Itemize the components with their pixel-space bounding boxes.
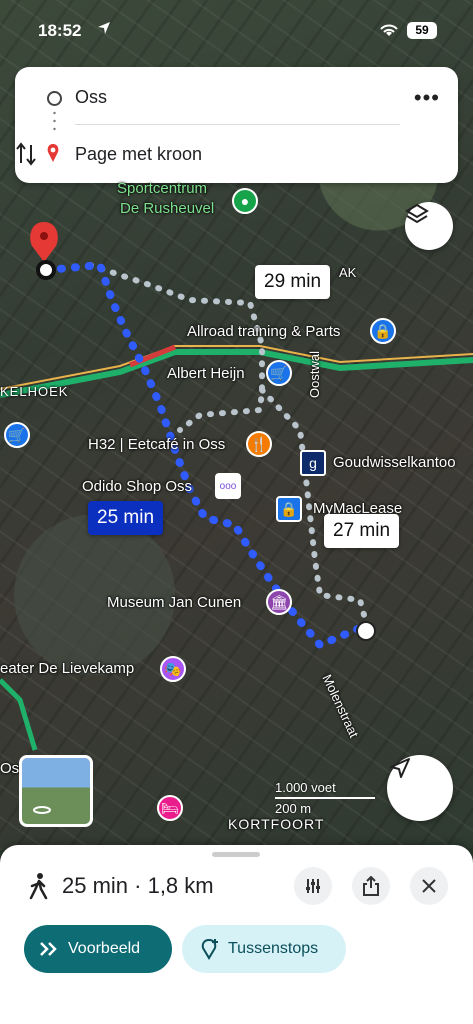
- side-road: [0, 678, 38, 751]
- share-icon: [363, 876, 379, 896]
- walking-person-icon: [29, 873, 48, 900]
- layers-button[interactable]: [405, 202, 453, 250]
- label-allroad[interactable]: Allroad training & Parts: [187, 323, 340, 340]
- status-bar: 18:52 59: [0, 18, 473, 46]
- drag-handle[interactable]: [212, 852, 260, 857]
- add-stops-label: Tussenstops: [228, 940, 319, 957]
- options-button[interactable]: [294, 867, 332, 905]
- label-kelhoek: KELHOEK: [0, 384, 69, 399]
- layers-icon: [405, 203, 429, 224]
- add-stop-pin-icon: [201, 938, 218, 960]
- more-dots-icon[interactable]: •••: [414, 85, 440, 111]
- close-icon: [422, 879, 436, 893]
- callout-alt-route-1[interactable]: 29 min: [255, 265, 331, 299]
- label-theater[interactable]: eater De Lievekamp: [0, 660, 134, 677]
- scale-bar: 1.000 voet 200 m: [275, 780, 375, 816]
- add-stops-button[interactable]: Tussenstops: [182, 925, 346, 973]
- origin-marker: [356, 621, 376, 641]
- sliders-icon: [306, 879, 320, 893]
- share-button[interactable]: [352, 867, 390, 905]
- cart-poi-icon[interactable]: 🛒: [266, 360, 292, 386]
- label-museum[interactable]: Museum Jan Cunen: [107, 594, 241, 611]
- label-h32[interactable]: H32 | Eetcafé in Oss: [88, 436, 225, 453]
- bottom-sheet: 25 min · 1,8 km Voorbeeld Tussenstops: [0, 845, 473, 1024]
- restaurant-poi-icon[interactable]: 🍴: [246, 431, 272, 457]
- cart-poi-left-icon[interactable]: 🛒: [4, 422, 30, 448]
- museum-poi-icon[interactable]: 🏛: [266, 589, 292, 615]
- scale-feet: 1.000 voet: [275, 780, 336, 795]
- destination-label[interactable]: Page met kroon: [75, 144, 202, 165]
- swap-vertical-icon[interactable]: [15, 141, 37, 167]
- sports-poi-icon[interactable]: ●: [232, 188, 258, 214]
- street-view-thumbnail[interactable]: [19, 755, 93, 827]
- hotel-poi-icon[interactable]: 🛏: [157, 795, 183, 821]
- preview-label: Voorbeeld: [68, 940, 141, 957]
- wifi-icon: [380, 24, 398, 36]
- battery-indicator: 59: [407, 22, 437, 39]
- location-arrow-icon: [98, 22, 110, 34]
- bank-poi-icon[interactable]: g: [300, 450, 326, 476]
- divider: [75, 124, 400, 125]
- label-kortfoort: KORTFOORT: [228, 816, 325, 832]
- map-view[interactable]: 18:52 59 Oss ••• Page met kroon Sportcen…: [0, 0, 473, 850]
- origin-label[interactable]: Oss: [75, 87, 107, 108]
- label-goudwissel[interactable]: Goudwisselkantoo: [333, 454, 456, 471]
- label-sportcentrum[interactable]: Sportcentrum: [117, 180, 207, 197]
- connector-dots-icon: [53, 111, 56, 131]
- label-odido[interactable]: Odido Shop Oss: [82, 478, 192, 495]
- destination-pin-icon: [30, 222, 58, 280]
- scale-meters: 200 m: [275, 801, 312, 816]
- origin-row[interactable]: Oss •••: [15, 72, 458, 122]
- odido-logo-icon[interactable]: ooo: [215, 473, 241, 499]
- label-oostwal: Oostwal: [307, 351, 322, 398]
- route-card: Oss ••• Page met kroon: [15, 67, 458, 183]
- callout-alt-route-2[interactable]: 27 min: [324, 514, 400, 548]
- callout-selected-route[interactable]: 25 min: [88, 501, 164, 535]
- destination-row[interactable]: Page met kroon: [15, 129, 458, 179]
- label-rusheuvel[interactable]: De Rusheuvel: [120, 200, 214, 217]
- street-view-rotate-icon: [33, 806, 51, 814]
- route-summary: 25 min · 1,8 km: [62, 873, 214, 898]
- navigation-arrow-icon: [390, 758, 410, 778]
- status-time: 18:52: [38, 21, 82, 40]
- origin-circle-icon: [47, 91, 62, 106]
- theater-poi-icon[interactable]: 🎭: [160, 656, 186, 682]
- preview-button[interactable]: Voorbeeld: [24, 925, 172, 973]
- shop-bag-poi-icon[interactable]: 🔒: [276, 496, 302, 522]
- scale-line: [275, 797, 375, 799]
- destination-pin-small-icon: [47, 144, 59, 162]
- double-chevron-right-icon: [40, 942, 57, 956]
- shop-poi-icon[interactable]: 🔒: [370, 318, 396, 344]
- label-ak: AK: [339, 265, 357, 280]
- close-button[interactable]: [410, 867, 448, 905]
- label-albert-heijn[interactable]: Albert Heijn: [167, 365, 245, 382]
- locate-button[interactable]: [387, 755, 453, 821]
